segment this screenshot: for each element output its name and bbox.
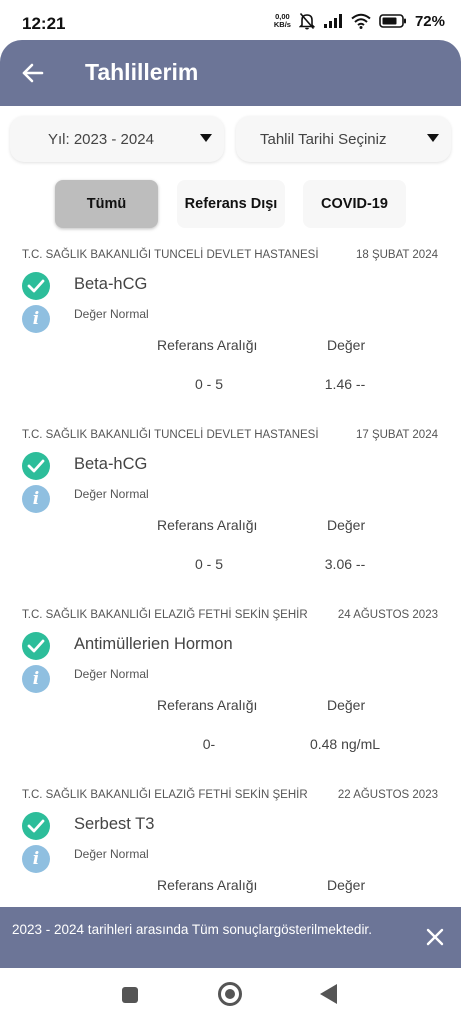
back-icon[interactable] — [320, 984, 337, 1004]
reference-range-header: Referans Aralığı — [157, 697, 258, 713]
snackbar: 2023 - 2024 tarihleri arasında Tüm sonuç… — [0, 907, 461, 968]
result-test-name: Beta-hCG — [74, 275, 148, 293]
info-icon[interactable]: i — [22, 305, 50, 333]
result-test-name: Beta-hCG — [74, 455, 148, 473]
back-button[interactable] — [20, 60, 48, 88]
reference-range-header: Referans Aralığı — [157, 337, 258, 353]
result-status: Değer Normal — [74, 487, 149, 501]
result-value: 1.46 -- — [324, 376, 366, 392]
wifi-icon — [351, 13, 371, 29]
reference-range: 0 - 5 — [194, 376, 223, 392]
arrow-left-icon — [22, 63, 44, 83]
chevron-down-icon — [200, 134, 212, 142]
results-list[interactable]: T.C. SAĞLIK BAKANLIĞI TUNCELİ DEVLET HAS… — [0, 240, 461, 908]
reference-range: 0 - 5 — [194, 556, 223, 572]
result-hospital: T.C. SAĞLIK BAKANLIĞI ELAZIĞ FETHİ SEKİN… — [22, 609, 308, 621]
year-dropdown-label: Yıl: 2023 - 2024 — [48, 130, 154, 148]
result-card[interactable]: T.C. SAĞLIK BAKANLIĞI ELAZIĞ FETHİ SEKİN… — [0, 600, 461, 780]
value-header: Değer — [327, 337, 366, 353]
date-dropdown-label: Tahlil Tarihi Seçiniz — [260, 130, 387, 148]
result-value: 0.48 ng/mL — [309, 736, 381, 752]
info-icon[interactable]: i — [22, 665, 50, 693]
signal-icon — [323, 14, 342, 28]
result-card[interactable]: T.C. SAĞLIK BAKANLIĞI TUNCELİ DEVLET HAS… — [0, 240, 461, 420]
page-title: Tahlillerim — [85, 59, 199, 85]
year-dropdown[interactable]: Yıl: 2023 - 2024 — [10, 116, 224, 162]
battery-percent: 72% — [414, 12, 445, 30]
chevron-down-icon — [427, 134, 439, 142]
home-icon[interactable] — [218, 982, 242, 1006]
net-speed-unit: KB/s — [273, 20, 291, 29]
net-speed: 0,00 KB/s — [274, 13, 291, 29]
tab-covid-19[interactable]: COVID-19 — [303, 180, 406, 228]
result-test-name: Antimüllerien Hormon — [74, 635, 233, 653]
result-value: 3.06 -- — [324, 556, 366, 572]
recent-apps-icon[interactable] — [122, 987, 138, 1003]
result-status: Değer Normal — [74, 307, 149, 321]
check-icon — [22, 632, 50, 660]
status-icons: 0,00 KB/s 72% — [274, 12, 445, 30]
mute-bell-icon — [298, 12, 315, 30]
app-bar: Tahlillerim — [0, 40, 461, 106]
system-nav-bar — [0, 968, 461, 1024]
check-icon — [22, 452, 50, 480]
result-hospital: T.C. SAĞLIK BAKANLIĞI TUNCELİ DEVLET HAS… — [22, 429, 319, 441]
status-time: 12:21 — [22, 14, 66, 33]
result-test-name: Serbest T3 — [74, 815, 155, 833]
result-card[interactable]: T.C. SAĞLIK BAKANLIĞI ELAZIĞ FETHİ SEKİN… — [0, 780, 461, 908]
result-date: 18 ŞUBAT 2024 — [355, 249, 438, 261]
result-date: 17 ŞUBAT 2024 — [355, 429, 438, 441]
value-header: Değer — [327, 697, 366, 713]
result-status: Değer Normal — [74, 667, 149, 681]
battery-icon — [379, 14, 406, 28]
check-icon — [22, 272, 50, 300]
check-icon — [22, 812, 50, 840]
result-card[interactable]: T.C. SAĞLIK BAKANLIĞI TUNCELİ DEVLET HAS… — [0, 420, 461, 600]
value-header: Değer — [327, 517, 366, 533]
value-header: Değer — [327, 877, 366, 893]
date-dropdown[interactable]: Tahlil Tarihi Seçiniz — [236, 116, 451, 162]
tab-all[interactable]: Tümü — [55, 180, 158, 228]
reference-range-header: Referans Aralığı — [157, 517, 258, 533]
reference-range: 0- — [202, 736, 216, 752]
info-icon[interactable]: i — [22, 845, 50, 873]
reference-range-header: Referans Aralığı — [157, 877, 258, 893]
info-icon[interactable]: i — [22, 485, 50, 513]
snackbar-message: 2023 - 2024 tarihleri arasında Tüm sonuç… — [12, 922, 372, 937]
result-status: Değer Normal — [74, 847, 149, 861]
result-hospital: T.C. SAĞLIK BAKANLIĞI ELAZIĞ FETHİ SEKİN… — [22, 789, 308, 801]
result-date: 22 AĞUSTOS 2023 — [337, 789, 438, 801]
result-date: 24 AĞUSTOS 2023 — [337, 609, 438, 621]
close-icon[interactable] — [425, 927, 445, 947]
tab-out-of-reference[interactable]: Referans Dışı — [177, 180, 285, 228]
result-hospital: T.C. SAĞLIK BAKANLIĞI TUNCELİ DEVLET HAS… — [22, 249, 319, 261]
